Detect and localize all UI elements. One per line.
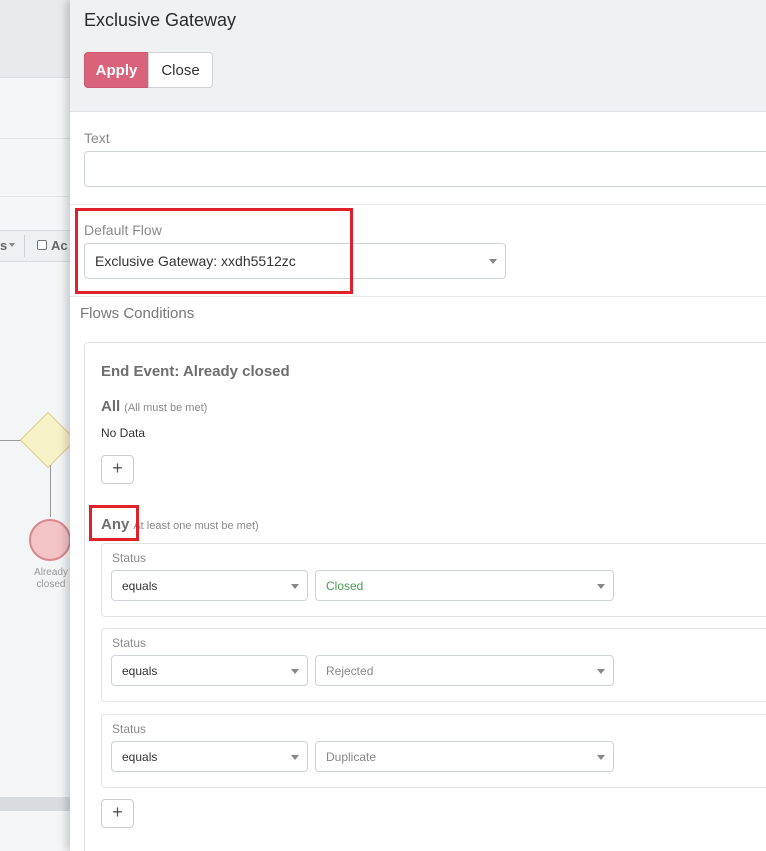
operator-select[interactable]: equals — [111, 570, 308, 601]
condition-field-label: Status — [112, 551, 147, 565]
panel-header: Exclusive Gateway Apply Close — [70, 0, 766, 112]
toolbar-checkbox-label: Ac — [51, 238, 68, 253]
flow-condition-card: End Event: Already closed All (All must b… — [84, 342, 766, 851]
panel-title: Exclusive Gateway — [84, 10, 237, 30]
chevron-down-icon — [597, 583, 605, 589]
value-select[interactable]: Duplicate — [315, 741, 614, 772]
condition-row: Status equals Closed — [101, 543, 766, 617]
chevron-down-icon — [9, 243, 15, 247]
all-label: All — [101, 398, 121, 415]
apply-button[interactable]: Apply — [84, 52, 149, 88]
toolbar-separator — [24, 235, 25, 257]
default-flow-value: Exclusive Gateway: xxdh5512zc — [95, 253, 296, 269]
editor-toolbar: s Ac — [0, 230, 70, 262]
editor-divider — [0, 196, 70, 197]
toolbar-fragment[interactable]: s — [0, 238, 7, 253]
all-empty-text: No Data — [101, 426, 146, 440]
editor-top-bar — [0, 0, 70, 78]
condition-field-label: Status — [112, 636, 147, 650]
editor-footer — [0, 797, 70, 811]
value-text: Duplicate — [326, 749, 377, 764]
value-select[interactable]: Closed — [315, 570, 614, 601]
sequence-flow — [50, 465, 51, 517]
operator-value: equals — [122, 663, 158, 678]
add-any-condition-button[interactable]: + — [101, 799, 134, 828]
all-group-title: All (All must be met) — [101, 398, 207, 415]
sequence-flow — [0, 440, 22, 441]
operator-value: equals — [122, 749, 158, 764]
chevron-down-icon — [597, 668, 605, 674]
checkbox-icon[interactable] — [37, 240, 47, 250]
close-button[interactable]: Close — [148, 52, 213, 88]
chevron-down-icon — [291, 754, 299, 760]
operator-select[interactable]: equals — [111, 741, 308, 772]
any-group-title: Any At least one must be met) — [101, 516, 259, 533]
condition-row: Status equals Duplicate — [101, 714, 766, 788]
all-hint: (All must be met) — [124, 402, 208, 414]
default-flow-label: Default Flow — [84, 222, 162, 238]
section-divider — [70, 204, 766, 205]
chevron-down-icon — [489, 259, 497, 264]
operator-select[interactable]: equals — [111, 655, 308, 686]
diagram-editor-background: s Ac Already closed — [0, 0, 70, 851]
flows-conditions-label: Flows Conditions — [80, 305, 195, 322]
chevron-down-icon — [597, 754, 605, 760]
operator-value: equals — [122, 578, 158, 593]
flow-title: End Event: Already closed — [101, 363, 290, 380]
text-input[interactable] — [84, 151, 766, 187]
end-event-label: Already closed — [34, 567, 68, 590]
section-divider — [70, 296, 766, 297]
add-all-condition-button[interactable]: + — [101, 455, 134, 484]
text-field-label: Text — [84, 130, 110, 146]
chevron-down-icon — [291, 668, 299, 674]
end-event-shape[interactable] — [29, 519, 70, 561]
editor-divider — [0, 138, 70, 139]
value-text: Rejected — [326, 663, 374, 678]
properties-panel: Exclusive Gateway Apply Close Text Defau… — [70, 0, 766, 851]
any-label: Any — [101, 516, 130, 533]
value-text: Closed — [326, 578, 364, 593]
value-select[interactable]: Rejected — [315, 655, 614, 686]
condition-field-label: Status — [112, 722, 147, 736]
chevron-down-icon — [291, 583, 299, 589]
default-flow-select[interactable]: Exclusive Gateway: xxdh5512zc — [84, 243, 506, 279]
condition-row: Status equals Rejected — [101, 628, 766, 702]
any-hint: At least one must be met) — [133, 520, 259, 532]
